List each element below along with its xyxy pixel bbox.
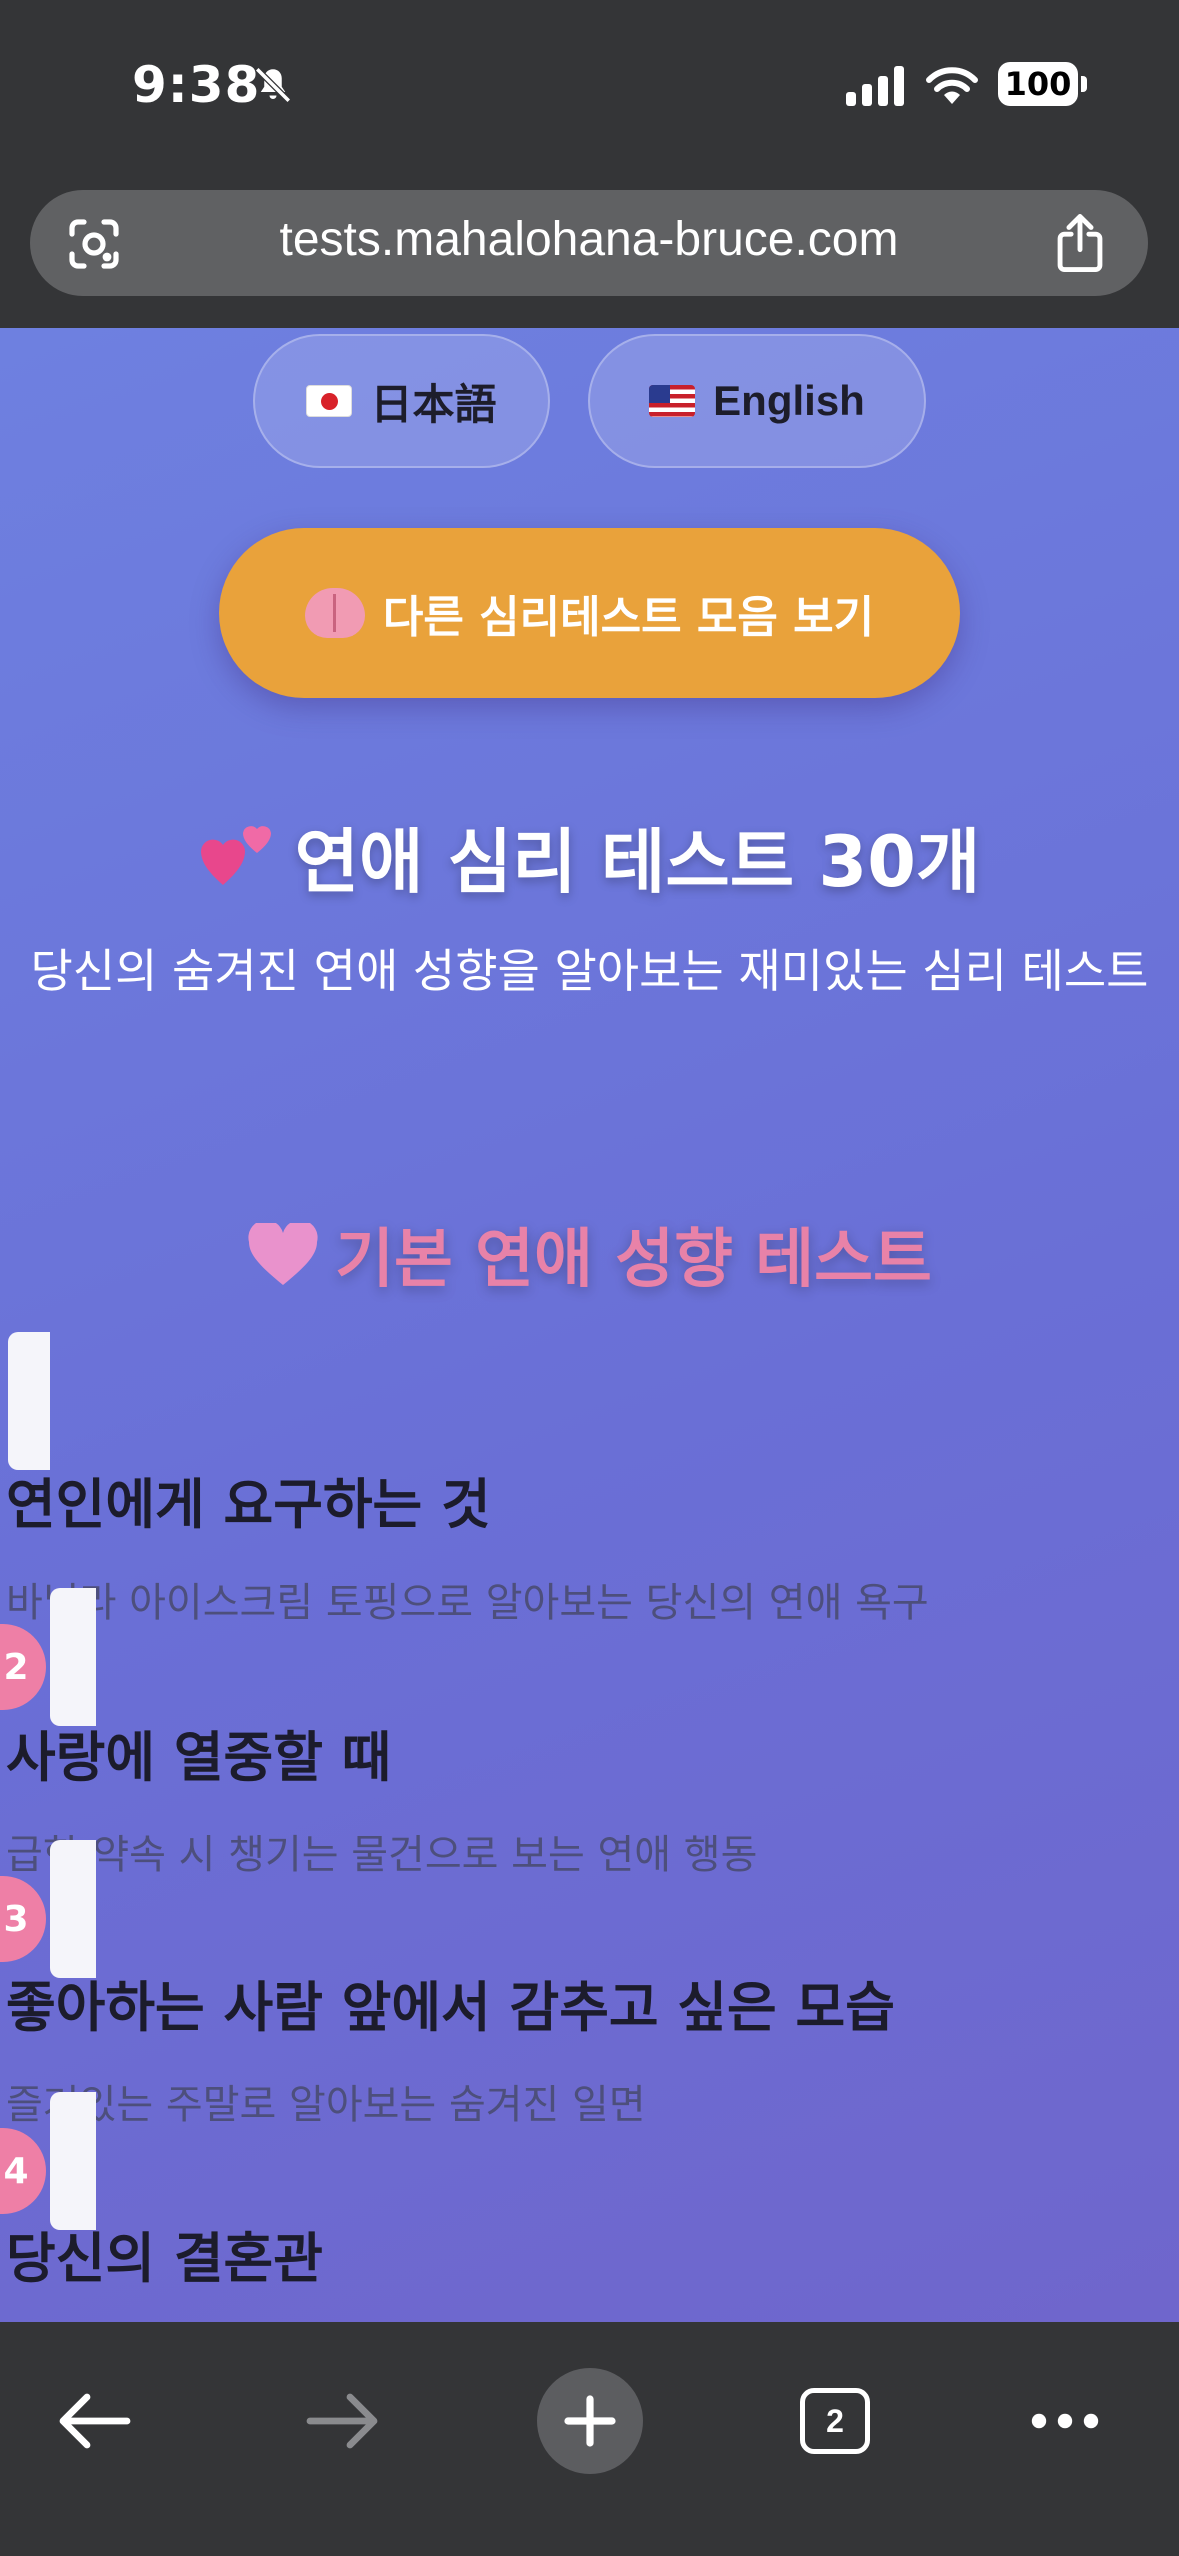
more-tests-label: 다른 심리테스트 모음 보기 [382,592,875,643]
wifi-icon [926,67,978,104]
test-description: 즐거있는 주말로 알아보는 숨겨진 일면 [6,2082,646,2128]
section-title: 기본 연애 성향 테스트 [335,1223,932,1297]
test-description: 바닐라 아이스크림 토핑으로 알아보는 당신의 연애 욕구 [6,1580,929,1626]
test-number-badge: 3 [0,1876,46,1962]
card-edge [50,1840,96,1978]
test-description: 급한 약속 시 챙기는 물건으로 보는 연애 행동 [6,1832,758,1878]
new-tab-button[interactable] [525,2356,655,2486]
test-title[interactable]: 연인에게 요구하는 것 [6,1460,491,1539]
language-button-japanese[interactable]: 日本語 [253,334,550,468]
battery-indicator: 100 [998,62,1087,106]
test-title[interactable]: 좋아하는 사람 앞에서 감추고 싶은 모습 [6,1963,895,2042]
forward-button[interactable] [277,2356,407,2486]
jp-flag-icon [306,385,353,417]
more-tests-button[interactable]: 다른 심리테스트 모음 보기 [219,528,960,698]
web-page-content: 日本語 English 다른 심리테스트 모음 보기 연애 심리 테스트 30개… [0,328,1179,2322]
address-bar[interactable]: tests.mahalohana-bruce.com [30,190,1148,296]
language-label: English [713,377,865,424]
test-number-badge: 4 [0,2128,46,2214]
test-title[interactable]: 사랑에 열중할 때 [6,1713,391,1792]
heart-icon [248,1223,318,1285]
silent-bell-icon [255,67,291,103]
test-number-badge: 2 [0,1624,46,1710]
card-edge [8,1332,50,1470]
status-time: 9:38 [132,56,261,114]
us-flag-icon [649,385,696,417]
page-title: 연애 심리 테스트 30개 [0,806,1179,907]
tab-count: 2 [800,2388,870,2454]
two-hearts-icon [200,826,271,885]
card-edge [50,1588,96,1726]
browser-top-chrome: 9:38 100 tests.mahalohana-bruce.com [0,0,1179,328]
share-icon[interactable] [1052,212,1108,274]
arrow-left-icon [59,2393,131,2449]
card-edge [50,2092,96,2230]
page-title-text: 연애 심리 테스트 30개 [294,821,981,903]
brain-icon [304,588,365,638]
more-dots-icon [1031,2413,1099,2429]
page-subtitle: 당신의 숨겨진 연애 성향을 알아보는 재미있는 심리 테스트 [30,944,1149,998]
language-label: 日本語 [370,380,497,428]
tab-switcher-button[interactable]: 2 [770,2356,900,2486]
test-title[interactable]: 당신의 결혼관 [6,2214,323,2293]
arrow-right-icon [306,2393,378,2449]
section-heading: 기본 연애 성향 테스트 [0,1208,1179,1300]
plus-icon [537,2368,643,2474]
browser-bottom-toolbar: 2 [0,2322,1179,2556]
more-menu-button[interactable] [1000,2356,1130,2486]
cellular-signal-icon [846,66,904,106]
back-button[interactable] [30,2356,160,2486]
language-button-english[interactable]: English [588,334,926,468]
url-text[interactable]: tests.mahalohana-bruce.com [30,212,1148,267]
